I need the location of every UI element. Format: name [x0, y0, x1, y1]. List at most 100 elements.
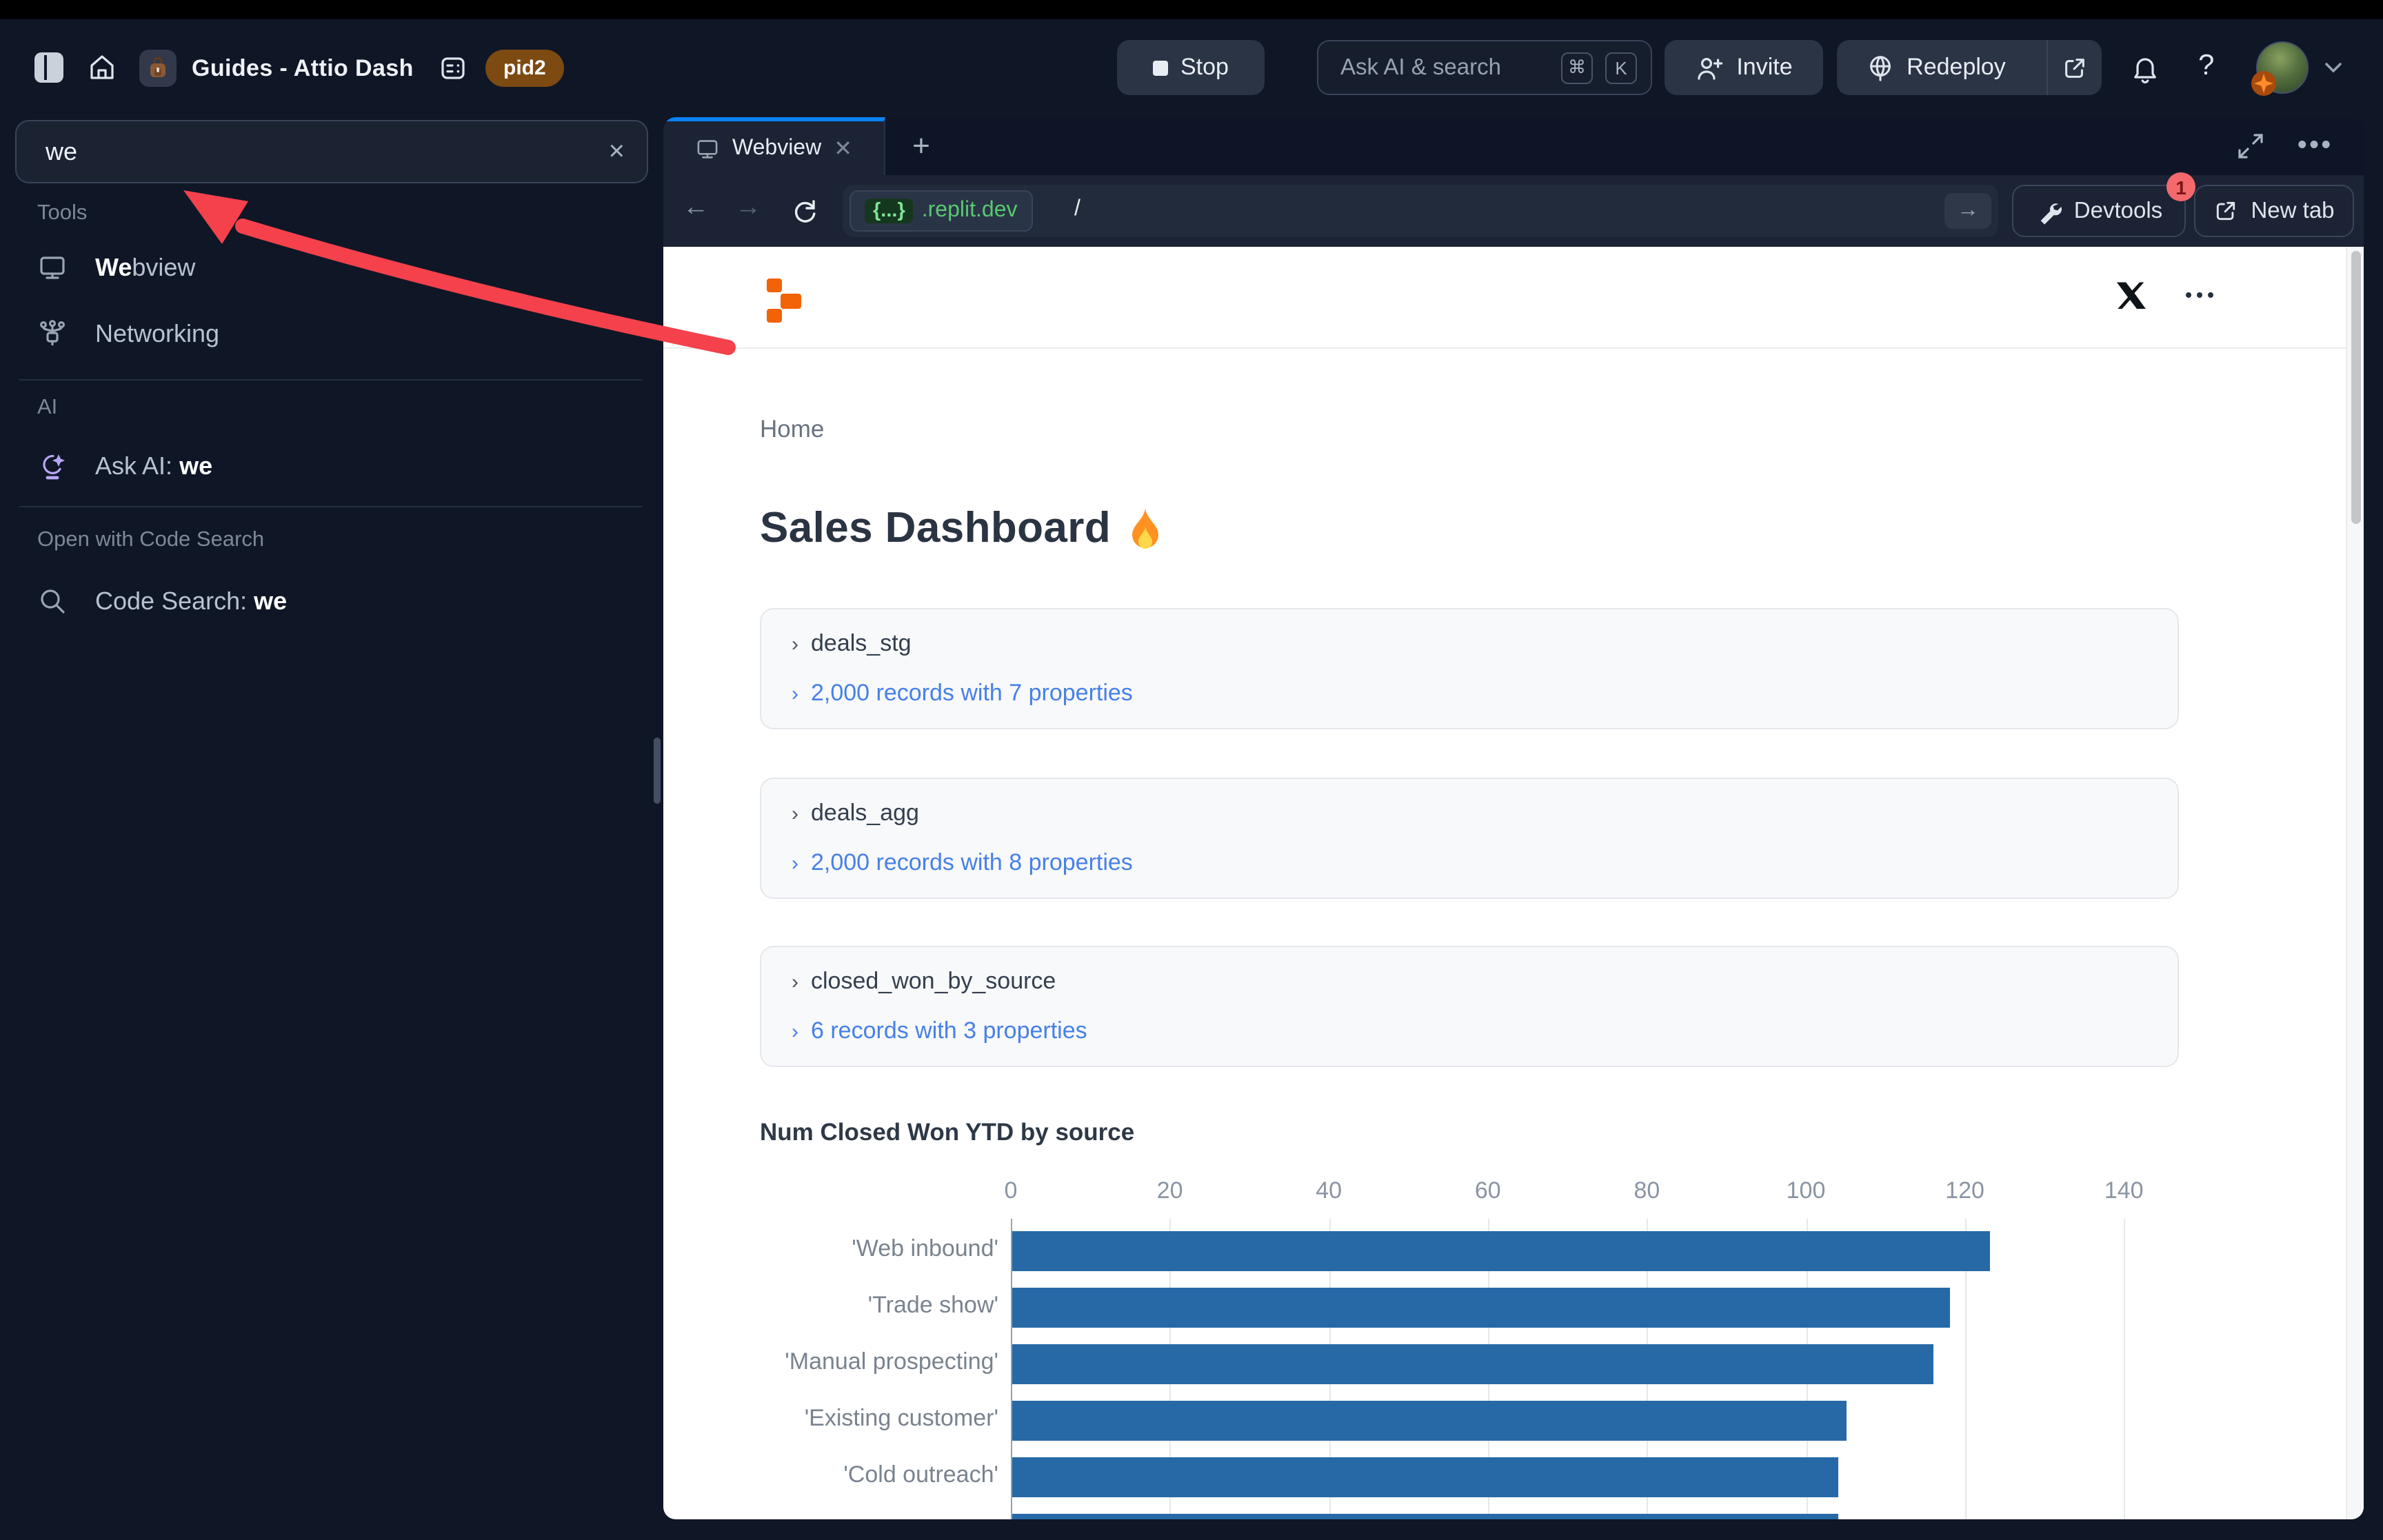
new-tab-plus-icon[interactable]: + — [901, 125, 942, 167]
notifications-bell-icon[interactable] — [2129, 52, 2161, 84]
page-title: Sales Dashboard — [760, 503, 1163, 553]
sidebar-item-networking[interactable]: Networking — [0, 305, 662, 363]
category-label: 'Cold outreach' — [843, 1461, 998, 1489]
pane-resize-handle[interactable] — [654, 738, 661, 804]
fire-emoji — [1126, 505, 1163, 551]
sidebar-search-input[interactable]: we × — [15, 120, 648, 183]
records-link[interactable]: 2,000 records with 8 properties — [811, 849, 1133, 877]
external-link-icon — [2062, 54, 2088, 81]
open-in-new-tab-button[interactable]: New tab — [2194, 185, 2354, 237]
stop-button[interactable]: Stop — [1117, 40, 1265, 95]
expand-pane-icon[interactable] — [2237, 132, 2264, 160]
backpack-icon — [146, 57, 170, 80]
networking-icon — [37, 318, 68, 349]
sidebar-item-ask-ai[interactable]: Ask AI: we — [0, 437, 662, 495]
search-query-text: we — [46, 137, 609, 166]
repl-app-icon[interactable] — [139, 50, 177, 87]
search-icon — [37, 586, 68, 616]
section-header-ai: AI — [37, 387, 57, 429]
redeploy-button[interactable]: Redeploy — [1837, 40, 2034, 95]
x-tick-label: 100 — [1771, 1177, 1840, 1205]
x-twitter-icon[interactable] — [2115, 280, 2147, 312]
web-page-content: Home Sales Dashboard › deals_stg › 2,000… — [663, 247, 2364, 1519]
url-path: / — [1074, 197, 1080, 222]
devtools-button[interactable]: Devtools 1 — [2012, 185, 2186, 237]
pane-menu-icon[interactable]: ••• — [2297, 131, 2333, 161]
category-label: 'Existing customer' — [805, 1405, 998, 1432]
chevron-right-icon[interactable]: › — [792, 802, 798, 825]
chart-title: Num Closed Won YTD by source — [760, 1118, 1134, 1147]
dataset-card-closed-won: › closed_won_by_source › 6 records with … — [760, 946, 2179, 1067]
chevron-right-icon[interactable]: › — [792, 970, 798, 993]
invite-button[interactable]: Invite — [1665, 40, 1823, 95]
go-button[interactable]: → — [1944, 193, 1991, 229]
records-link[interactable]: 2,000 records with 7 properties — [811, 680, 1133, 707]
monitor-icon — [37, 252, 68, 283]
bar — [1012, 1513, 1838, 1519]
clear-search-icon[interactable]: × — [609, 136, 625, 168]
chevron-right-icon[interactable]: › — [792, 682, 798, 705]
cmd-key: ⌘ — [1561, 52, 1593, 83]
bar — [1012, 1287, 1950, 1327]
replit-workspace: Guides - Attio Dash pid2 Stop Ask AI & s… — [0, 0, 2383, 1540]
breadcrumb[interactable]: Home — [760, 415, 824, 444]
category-label: 'Trade show' — [868, 1292, 998, 1319]
tab-webview[interactable]: Webview ✕ — [663, 117, 885, 175]
close-tab-icon[interactable]: ✕ — [834, 134, 852, 162]
x-tick-label: 0 — [976, 1177, 1045, 1205]
dataset-name[interactable]: deals_stg — [811, 630, 912, 658]
bar — [1012, 1230, 1989, 1270]
url-host-pill[interactable]: {...} .replit.dev — [849, 190, 1033, 232]
avatar[interactable] — [2256, 41, 2309, 94]
chevron-right-icon[interactable]: › — [792, 851, 798, 875]
url-bar[interactable]: {...} .replit.dev / → — [843, 185, 1998, 237]
x-tick-label: 60 — [1454, 1177, 1522, 1205]
pid-badge[interactable]: pid2 — [485, 50, 564, 87]
stop-icon — [1153, 60, 1168, 75]
person-plus-icon — [1695, 53, 1724, 82]
forward-icon[interactable]: → — [735, 193, 761, 223]
url-subdomain-chip: {...} — [865, 199, 914, 223]
dataset-card-deals-agg: › deals_agg › 2,000 records with 8 prope… — [760, 778, 2179, 899]
dataset-name[interactable]: deals_agg — [811, 800, 919, 827]
home-icon[interactable] — [87, 52, 117, 83]
x-tick-label: 20 — [1136, 1177, 1205, 1205]
wrench-icon — [2035, 198, 2062, 224]
section-header-code-search: Open with Code Search — [37, 520, 264, 561]
divider — [19, 506, 643, 507]
match-text: we — [179, 452, 212, 479]
section-header-tools: Tools — [37, 193, 87, 234]
chevron-down-icon[interactable] — [2324, 61, 2343, 74]
dataset-name[interactable]: closed_won_by_source — [811, 968, 1056, 995]
window-title: Guides - Attio Dash — [192, 55, 414, 83]
ai-sparkle-icon — [37, 451, 68, 481]
scrollbar-thumb[interactable] — [2351, 251, 2361, 524]
open-deployment-button[interactable] — [2047, 40, 2102, 95]
ask-ai-search-input[interactable]: Ask AI & search ⌘ K — [1317, 40, 1652, 95]
bar-chart: 020406080100120140'Web inbound''Trade sh… — [760, 1171, 2179, 1519]
replit-logo[interactable] — [767, 277, 803, 324]
chevron-right-icon[interactable]: › — [792, 632, 798, 656]
back-icon[interactable]: ← — [683, 193, 709, 223]
redeploy-button-group: Redeploy — [1837, 40, 2102, 95]
chevron-right-icon[interactable]: › — [792, 1020, 798, 1043]
category-label: 'Manual prospecting' — [785, 1348, 998, 1376]
divider — [19, 379, 643, 381]
deploy-globe-icon — [1865, 53, 1894, 82]
sidebar-toggle-icon[interactable] — [34, 52, 63, 83]
sidebar-item-webview[interactable]: Webview — [0, 239, 662, 296]
help-icon[interactable]: ? — [2198, 50, 2214, 83]
scrollbar[interactable] — [2346, 247, 2364, 1519]
refresh-icon[interactable] — [790, 196, 819, 225]
page-menu-icon[interactable] — [2186, 292, 2213, 298]
bar — [1012, 1400, 1847, 1440]
search-sidebar: we × Tools Webview — [0, 117, 662, 1540]
repl-list-icon[interactable] — [439, 54, 467, 83]
records-link[interactable]: 6 records with 3 properties — [811, 1017, 1087, 1045]
sidebar-item-code-search[interactable]: Code Search: we — [0, 572, 662, 630]
x-tick-label: 140 — [2089, 1177, 2158, 1205]
gridline — [2124, 1219, 2125, 1519]
avatar-sparkle-badge — [2251, 70, 2277, 97]
bar — [1012, 1457, 1838, 1497]
x-tick-label: 80 — [1612, 1177, 1681, 1205]
